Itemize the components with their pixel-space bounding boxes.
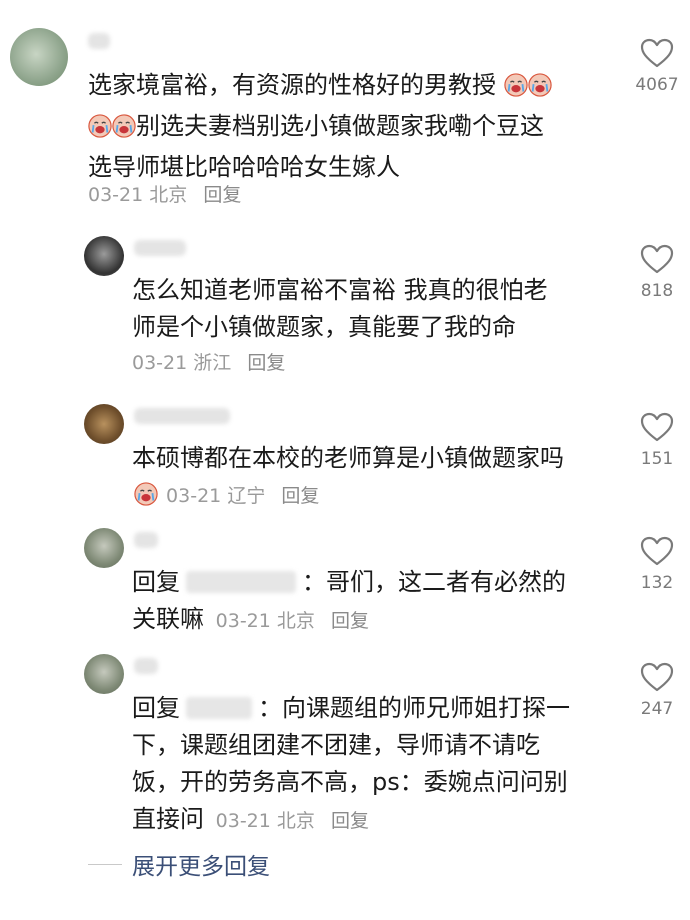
- reply-button[interactable]: 回复: [331, 610, 369, 632]
- comment-location: 北京: [276, 810, 315, 832]
- comment-text: 选家境富裕，有资源的性格好的男教授 别选夫妻档别选小镇做题家我嘞个豆这 选导师堪…: [88, 67, 552, 186]
- comment-location: 北京: [149, 184, 188, 206]
- like-count: 4067: [635, 75, 679, 95]
- sad-face-emoji-icon: [132, 482, 160, 512]
- heart-icon: [640, 412, 674, 442]
- comment-location: 辽宁: [227, 485, 266, 507]
- crying-emoji-icon: [504, 71, 528, 108]
- reply-prefix: 回复: [132, 694, 180, 722]
- comment-meta: 03-21 北京 回复: [216, 610, 369, 632]
- comment-meta: 03-21 北京 回复: [216, 810, 369, 832]
- like-button[interactable]: 4067: [632, 38, 682, 95]
- divider-line: [88, 863, 122, 865]
- comment-text: 怎么知道老师富裕不富裕 我真的很怕老 师是个小镇做题家，真能要了我的命: [132, 276, 548, 341]
- comment-location: 北京: [276, 610, 315, 632]
- comment-text: 回复 ：向课题组的师兄师姐打探一 下，课题组团建不团建，导师请不请吃 饭，开的劳务…: [132, 694, 570, 833]
- comment-location: 浙江: [193, 352, 232, 374]
- mentioned-user-blurred[interactable]: [186, 697, 252, 719]
- username-blurred[interactable]: [134, 658, 158, 674]
- comment-text: 本硕博都在本校的老师算是小镇做题家吗: [132, 444, 564, 472]
- like-count: 151: [640, 449, 674, 469]
- mentioned-user-blurred[interactable]: [186, 571, 296, 593]
- heart-icon: [640, 38, 674, 68]
- crying-emoji-icon: [112, 112, 136, 149]
- expand-more-replies-button[interactable]: 展开更多回复: [88, 847, 270, 881]
- username-blurred[interactable]: [134, 532, 158, 548]
- comment-date: 03-21: [88, 184, 144, 206]
- crying-emoji-icon: [88, 112, 112, 149]
- comment-meta: 03-21 浙江 回复: [132, 351, 285, 375]
- username-blurred[interactable]: [88, 33, 110, 49]
- reply-button[interactable]: 回复: [203, 184, 241, 206]
- reply-button[interactable]: 回复: [247, 352, 285, 374]
- expand-more-replies-label: 展开更多回复: [132, 854, 270, 880]
- avatar[interactable]: [10, 28, 68, 86]
- reply-button[interactable]: 回复: [281, 485, 319, 507]
- comment-date: 03-21: [215, 610, 271, 632]
- heart-icon: [640, 536, 674, 566]
- like-count: 132: [640, 573, 674, 593]
- like-count: 818: [640, 281, 674, 301]
- username-blurred[interactable]: [134, 408, 230, 424]
- comment-text: 回复 ：哥们，这二者有必然的 关联嘛 03-21 北京 回复: [132, 568, 566, 633]
- comment-meta: 03-21 北京 回复: [88, 183, 241, 207]
- crying-emoji-icon: [528, 71, 552, 108]
- avatar[interactable]: [84, 236, 124, 276]
- comment-meta: 03-21 辽宁 回复: [132, 482, 319, 512]
- heart-icon: [640, 244, 674, 274]
- reply-button[interactable]: 回复: [331, 810, 369, 832]
- comment-date: 03-21: [166, 485, 222, 507]
- like-button[interactable]: 151: [632, 412, 682, 469]
- avatar[interactable]: [84, 528, 124, 568]
- avatar[interactable]: [84, 404, 124, 444]
- comment-date: 03-21: [132, 352, 188, 374]
- like-button[interactable]: 247: [632, 662, 682, 719]
- avatar[interactable]: [84, 654, 124, 694]
- comment-date: 03-21: [215, 810, 271, 832]
- username-blurred[interactable]: [134, 240, 186, 256]
- like-button[interactable]: 132: [632, 536, 682, 593]
- like-count: 247: [640, 699, 674, 719]
- like-button[interactable]: 818: [632, 244, 682, 301]
- reply-prefix: 回复: [132, 568, 180, 596]
- heart-icon: [640, 662, 674, 692]
